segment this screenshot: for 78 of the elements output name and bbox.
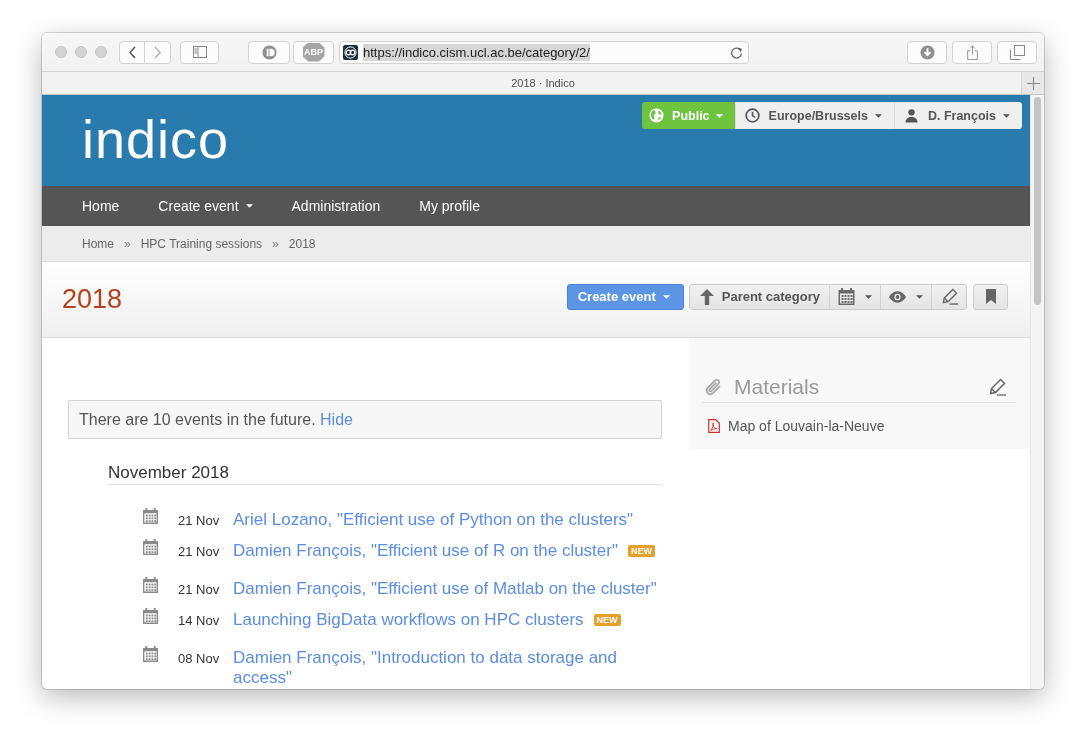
download-icon — [919, 44, 935, 60]
category-title: 2018 — [62, 284, 123, 315]
event-date: 08 Nov — [178, 650, 221, 668]
calendar-icon — [143, 577, 158, 593]
extension-button[interactable] — [248, 40, 290, 64]
tabs-icon — [1009, 44, 1025, 60]
event-date: 21 Nov — [178, 512, 221, 530]
caret-icon — [1003, 113, 1010, 118]
bookmark-icon — [985, 289, 996, 304]
calendar-menu-button[interactable] — [829, 284, 880, 309]
event-date: 14 Nov — [178, 612, 221, 630]
event-date: 21 Nov — [178, 543, 221, 561]
caret-icon — [662, 294, 670, 299]
user-icon — [903, 108, 919, 123]
event-link[interactable]: Damien François, "Efficient use of R on the cluster" — [233, 541, 618, 561]
calendar-icon — [143, 508, 158, 524]
breadcrumb-current: 2018 — [288, 236, 316, 251]
eye-icon — [889, 290, 906, 303]
nav-link[interactable]: Administration — [291, 198, 381, 214]
back-button[interactable] — [119, 40, 145, 64]
share-icon — [964, 44, 980, 60]
nav-link[interactable]: Home — [82, 198, 120, 214]
globe-icon — [649, 108, 665, 123]
breadcrumb-link[interactable]: HPC Training sessions — [140, 236, 263, 251]
view-menu-button[interactable] — [880, 284, 931, 309]
reload-icon[interactable] — [730, 45, 743, 59]
parent-category-button[interactable]: Parent category — [689, 284, 829, 309]
material-link[interactable]: Map of Louvain-la-Neuve — [728, 418, 885, 434]
event-date: 21 Nov — [178, 581, 221, 599]
caret-icon — [865, 294, 872, 299]
breadcrumb-link[interactable]: Home — [82, 236, 114, 251]
future-events-text: There are 10 events in the future. Hide — [79, 410, 353, 429]
new-badge: NEW — [628, 545, 655, 557]
hide-link[interactable]: Hide — [320, 410, 353, 428]
clock-icon — [744, 108, 760, 123]
sidebar-button[interactable] — [180, 40, 219, 64]
nav-link[interactable]: My profile — [419, 198, 480, 214]
caret-icon — [715, 113, 723, 118]
event-link[interactable]: Damien François, "Efficient use of Matlab on the cluster" — [233, 579, 657, 599]
new-tab-button[interactable] — [1021, 72, 1044, 94]
pencil-icon[interactable] — [988, 378, 1006, 396]
plus-icon — [1026, 76, 1040, 90]
new-badge: NEW — [593, 614, 621, 626]
calendar-icon — [143, 539, 158, 555]
event-link[interactable]: Ariel Lozano, "Efficient use of Python on the clusters" — [233, 510, 634, 530]
favicon-icon — [343, 44, 358, 60]
tabs-button[interactable] — [997, 40, 1037, 64]
share-button[interactable] — [952, 40, 992, 64]
caret-icon — [916, 294, 923, 299]
calendar-icon — [838, 288, 855, 305]
chevron-right-icon — [154, 45, 161, 59]
event-link[interactable]: Launching BigData workflows on HPC clusters — [233, 610, 584, 630]
nav-link[interactable]: Create event — [158, 198, 253, 214]
pencil-icon — [940, 288, 958, 305]
create-event-button[interactable]: Create event — [566, 283, 684, 310]
caret-icon — [874, 113, 882, 118]
timezone-menu[interactable]: Europe/Brussels — [734, 102, 894, 129]
pdf-icon — [708, 419, 720, 433]
breadcrumb-separator: » — [272, 236, 279, 251]
calendar-icon — [143, 646, 158, 662]
site-logo[interactable]: indico — [82, 108, 230, 169]
download-button[interactable] — [907, 40, 947, 64]
month-heading: November 2018 — [108, 463, 229, 483]
address-field[interactable]: https://indico.cism.ucl.ac.be/category/2/ — [339, 40, 749, 64]
scrollbar-thumb[interactable] — [1034, 97, 1041, 305]
materials-title: Materials — [734, 375, 820, 399]
user-menu[interactable]: D. François — [893, 102, 1022, 129]
sidebar-icon — [192, 46, 207, 58]
breadcrumb-separator: » — [124, 236, 131, 251]
calendar-icon — [143, 608, 158, 624]
bookmark-button[interactable] — [973, 283, 1008, 310]
event-link[interactable]: Damien François, "Introduction to data storage and access" — [233, 648, 669, 688]
chevron-left-icon — [128, 45, 136, 59]
circle-icon — [261, 44, 277, 60]
paperclip-icon — [704, 377, 722, 397]
tab-title[interactable]: 2018 · Indico — [488, 77, 575, 89]
arrow-up-icon — [699, 288, 714, 305]
edit-button[interactable] — [931, 284, 966, 309]
